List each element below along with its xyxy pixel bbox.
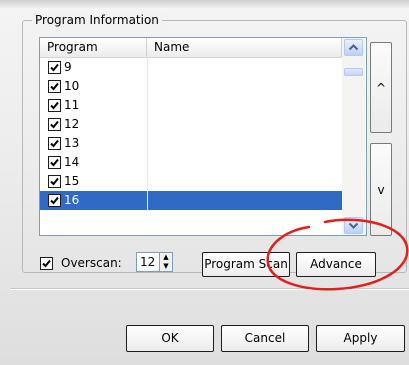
table-row[interactable]: 15: [40, 172, 342, 191]
move-down-button[interactable]: v: [370, 143, 392, 236]
chevron-down-icon: [348, 222, 359, 229]
row-checkbox[interactable]: [48, 118, 61, 131]
window-top-edge: [0, 0, 409, 8]
apply-button[interactable]: Apply: [316, 325, 405, 352]
table-row[interactable]: 10: [40, 77, 342, 96]
name-cell: [147, 58, 342, 77]
program-cell: 15: [40, 172, 147, 191]
row-checkbox[interactable]: [48, 194, 61, 207]
program-cell: 10: [40, 77, 147, 96]
checkmark-icon: [50, 139, 59, 148]
name-cell: [147, 115, 342, 134]
program-number: 11: [64, 98, 80, 112]
checkmark-icon: [50, 82, 59, 91]
advance-button[interactable]: Advance: [296, 252, 376, 277]
name-cell: [147, 172, 342, 191]
program-cell: 11: [40, 96, 147, 115]
table-row[interactable]: 14: [40, 153, 342, 172]
checkmark-icon: [50, 158, 59, 167]
table-row-selected[interactable]: 16: [40, 191, 342, 210]
table-row[interactable]: 13: [40, 134, 342, 153]
checkmark-icon: [50, 120, 59, 129]
list-scrollbar[interactable]: [342, 38, 365, 235]
row-checkbox[interactable]: [48, 80, 61, 93]
checkmark-icon: [42, 259, 51, 268]
program-number: 12: [64, 117, 80, 131]
program-number: 9: [64, 60, 72, 74]
program-cell: 14: [40, 153, 147, 172]
name-cell: [147, 134, 342, 153]
cancel-button[interactable]: Cancel: [221, 325, 309, 352]
scroll-up-button[interactable]: [344, 39, 363, 56]
row-checkbox[interactable]: [48, 61, 61, 74]
scroll-down-button[interactable]: [344, 217, 363, 234]
program-scan-button[interactable]: Program Scan: [202, 252, 290, 277]
scroll-thumb[interactable]: [344, 68, 363, 76]
checkmark-icon: [50, 101, 59, 110]
program-cell: 16: [40, 191, 147, 210]
overscan-checkbox[interactable]: [40, 257, 53, 270]
row-checkbox[interactable]: [48, 156, 61, 169]
program-number: 15: [64, 174, 80, 188]
row-checkbox[interactable]: [48, 175, 61, 188]
name-cell: [147, 77, 342, 96]
name-cell: [147, 191, 342, 210]
program-cell: 9: [40, 58, 147, 77]
overscan-label: Overscan:: [61, 256, 122, 270]
group-title: Program Information: [32, 12, 162, 28]
name-cell: [147, 153, 342, 172]
column-header-program[interactable]: Program: [40, 38, 147, 57]
program-number: 16: [64, 193, 80, 207]
program-number: 13: [64, 136, 80, 150]
row-checkbox[interactable]: [48, 99, 61, 112]
chevron-up-icon: [348, 44, 359, 51]
stepper-up-arrow-icon[interactable]: ▲: [160, 253, 172, 262]
table-row[interactable]: 9: [40, 58, 342, 77]
checkmark-icon: [50, 63, 59, 72]
name-cell: [147, 96, 342, 115]
checkmark-icon: [50, 196, 59, 205]
ok-button[interactable]: OK: [126, 325, 214, 352]
program-number: 10: [64, 79, 80, 93]
table-row[interactable]: 12: [40, 115, 342, 134]
row-checkbox[interactable]: [48, 137, 61, 150]
overscan-stepper[interactable]: ▲ ▼: [160, 252, 173, 272]
stepper-down-arrow-icon[interactable]: ▼: [160, 262, 172, 271]
overscan-value-input[interactable]: 12: [136, 252, 160, 272]
program-cell: 13: [40, 134, 147, 153]
program-cell: 12: [40, 115, 147, 134]
table-row[interactable]: 11: [40, 96, 342, 115]
program-list[interactable]: Program Name 9 10 11 12 13 14 15 16: [39, 37, 367, 236]
program-number: 14: [64, 155, 80, 169]
checkmark-icon: [50, 177, 59, 186]
column-header-name[interactable]: Name: [147, 38, 342, 57]
divider: [10, 288, 409, 290]
move-up-button[interactable]: ^: [370, 42, 392, 133]
list-header: Program Name: [40, 38, 342, 58]
